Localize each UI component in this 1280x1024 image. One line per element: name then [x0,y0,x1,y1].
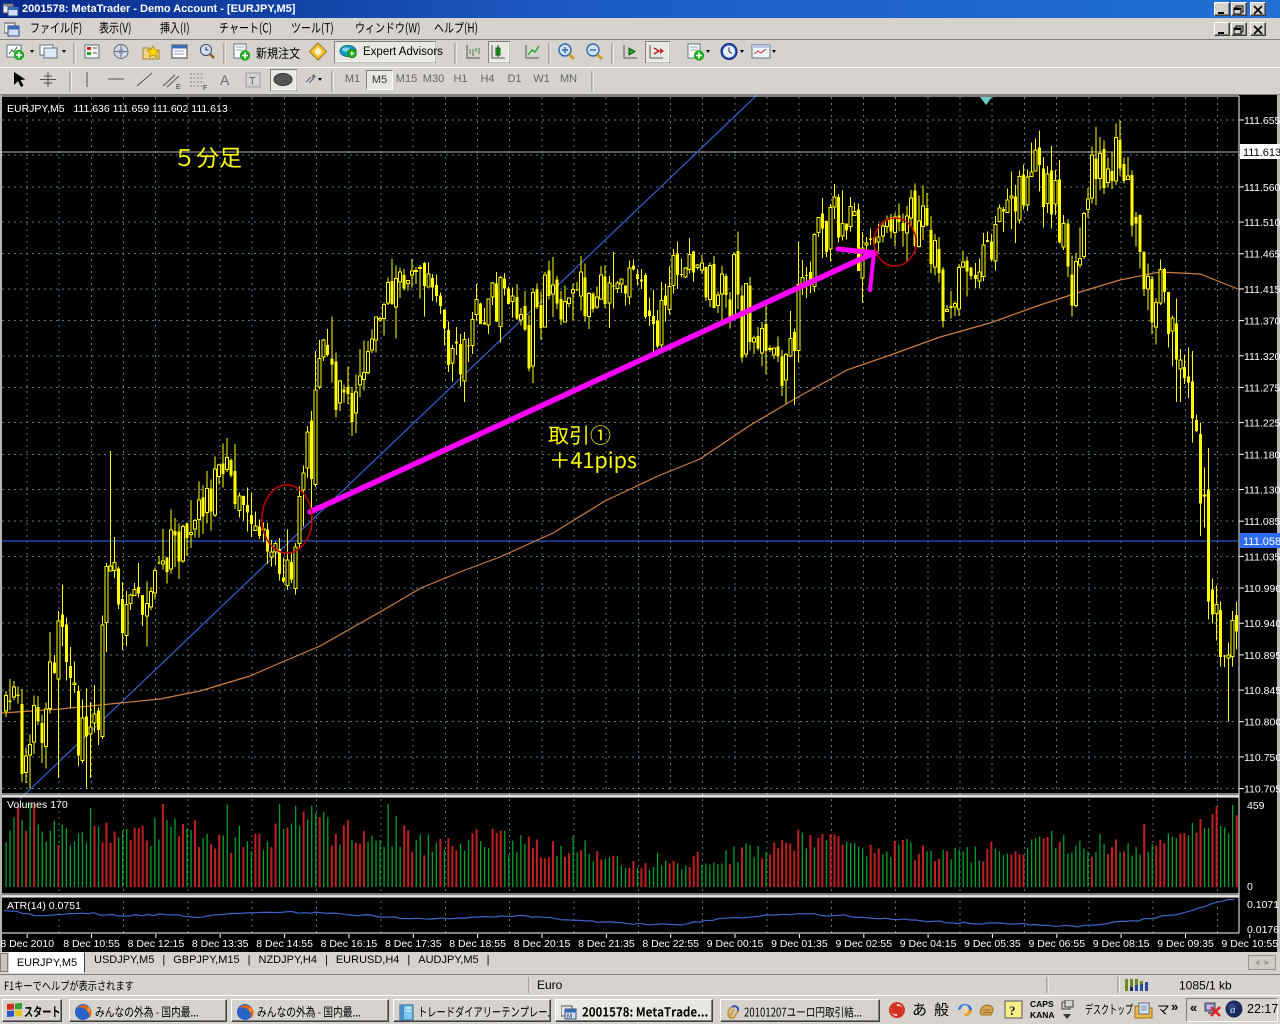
svg-text:459: 459 [1247,800,1265,812]
svg-text:8 Dec 17:35: 8 Dec 17:35 [385,938,442,950]
svg-text:9 Dec 08:15: 9 Dec 08:15 [1093,938,1150,950]
svg-text:T: T [249,76,256,88]
svg-text:9 Dec 09:35: 9 Dec 09:35 [1157,938,1214,950]
svg-text:110.895: 110.895 [1244,650,1280,662]
svg-text:9 Dec 06:55: 9 Dec 06:55 [1028,938,1085,950]
svg-text:110.990: 110.990 [1244,583,1280,595]
svg-text:110.705: 110.705 [1244,784,1280,796]
svg-text:111.130: 111.130 [1244,485,1280,497]
svg-text:111.320: 111.320 [1244,351,1280,363]
svg-text:111.058: 111.058 [1243,536,1280,548]
svg-text:111.510: 111.510 [1244,217,1280,229]
svg-text:8 Dec 2010: 8 Dec 2010 [0,938,54,950]
svg-text:M: M [567,1014,572,1020]
svg-text:8 Dec 20:15: 8 Dec 20:15 [514,938,571,950]
svg-text:111.560: 111.560 [1244,182,1280,194]
svg-text:111.613: 111.613 [1243,147,1280,159]
svg-text:111.655: 111.655 [1244,115,1280,127]
svg-text:110.940: 110.940 [1244,618,1280,630]
svg-text:9 Dec 10:55: 9 Dec 10:55 [1221,938,1278,950]
svg-text:111.465: 111.465 [1244,249,1280,261]
svg-text:111.275: 111.275 [1244,382,1280,394]
svg-text:8 Dec 10:55: 8 Dec 10:55 [63,938,120,950]
svg-text:8 Dec 16:15: 8 Dec 16:15 [321,938,378,950]
svg-text:9 Dec 02:55: 9 Dec 02:55 [835,938,892,950]
svg-text:8 Dec 18:55: 8 Dec 18:55 [449,938,506,950]
svg-text:110.750: 110.750 [1244,752,1280,764]
svg-text:1085/1 kb: 1085/1 kb [1179,979,1232,993]
svg-text:111.225: 111.225 [1244,418,1280,430]
svg-text:8 Dec 13:35: 8 Dec 13:35 [192,938,249,950]
svg-text:111.370: 111.370 [1244,316,1280,328]
svg-text:8 Dec 22:55: 8 Dec 22:55 [642,938,699,950]
svg-text:Expert Advisors: Expert Advisors [363,46,443,58]
svg-text:ATR(14) 0.0751: ATR(14) 0.0751 [7,900,81,912]
svg-text:9 Dec 05:35: 9 Dec 05:35 [964,938,1021,950]
svg-text:111.180: 111.180 [1244,449,1280,461]
svg-text:8 Dec 21:35: 8 Dec 21:35 [578,938,635,950]
svg-text:EURJPY,M5 111.636 111.659 11: EURJPY,M5 111.636 111.659 111.602 111.61… [7,103,228,115]
svg-text:A: A [220,72,230,88]
svg-text:Volumes 170: Volumes 170 [7,799,68,811]
svg-text:E: E [176,84,181,91]
svg-text:111.085: 111.085 [1244,516,1280,528]
svg-text:?: ? [1009,1003,1016,1018]
svg-text:a: a [1230,1004,1236,1016]
svg-text:110.845: 110.845 [1244,685,1280,697]
svg-text:9 Dec 01:35: 9 Dec 01:35 [771,938,828,950]
svg-text:F: F [203,85,207,92]
svg-text:110.800: 110.800 [1244,717,1280,729]
svg-text:0: 0 [1247,881,1253,893]
svg-text:111.035: 111.035 [1244,551,1280,563]
svg-text:0.1071: 0.1071 [1247,899,1279,911]
svg-text:8 Dec 14:55: 8 Dec 14:55 [256,938,313,950]
svg-text:9 Dec 04:15: 9 Dec 04:15 [900,938,957,950]
svg-text:111.415: 111.415 [1244,284,1280,296]
svg-text:0.0176: 0.0176 [1247,924,1279,936]
svg-text:8 Dec 12:15: 8 Dec 12:15 [128,938,185,950]
svg-text:9 Dec 00:15: 9 Dec 00:15 [707,938,764,950]
